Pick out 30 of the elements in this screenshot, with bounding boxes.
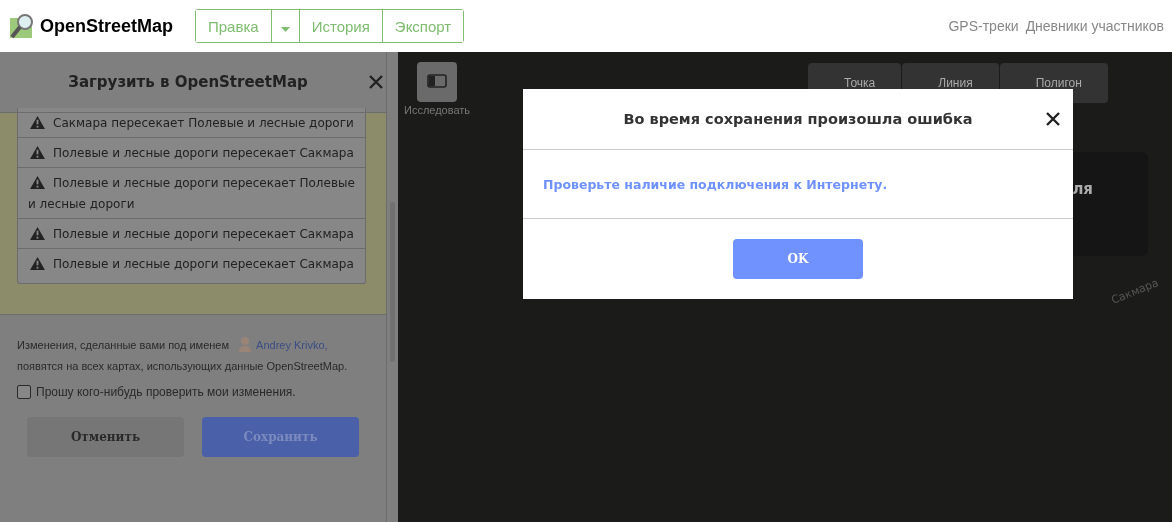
dialog-title: Во время сохранения произошла ошибка — [623, 111, 973, 127]
info-text: Изменения, сделанные вами под именем Andrey Krivko, появятся на всех картах, использующих данные OpenStreetMap. — [17, 335, 369, 377]
user-avatar-icon — [238, 336, 253, 352]
site-logo[interactable]: OpenStreetMap — [40, 15, 174, 37]
nav-tab[interactable]: Экспорт — [381, 10, 464, 42]
explore-label: Исследовать — [404, 104, 471, 116]
warning-item[interactable]: Полевые и лесные дороги пересекает Сакмара — [18, 248, 365, 283]
warning-icon — [30, 116, 45, 129]
warning-icon — [30, 176, 45, 189]
warning-item[interactable]: Полевые и лесные дороги пересекает Полевые и лесные дороги — [18, 167, 365, 223]
checkbox-label: Прошу кого-нибудь проверить мои изменения. — [36, 385, 296, 399]
warning-item[interactable]: Полевые и лесные дороги пересекает Сакмара — [18, 137, 365, 172]
cancel-button[interactable]: Отменить — [27, 417, 184, 457]
sidebar-toggle-button[interactable] — [417, 62, 458, 102]
nav-link[interactable]: Дневники участников — [1025, 18, 1164, 34]
review-checkbox[interactable] — [17, 385, 31, 399]
ok-button[interactable]: OK — [733, 239, 863, 279]
warning-item[interactable]: Полевые и лесные дороги пересекает Сакмара — [18, 218, 365, 253]
scrollbar[interactable] — [386, 52, 398, 522]
error-message: Проверьте наличие подключения к Интернету. — [543, 176, 888, 192]
nav-link[interactable]: GPS-треки — [948, 18, 1019, 34]
caret-icon — [280, 26, 290, 32]
warning-icon — [30, 227, 45, 240]
warning-icon — [30, 257, 45, 270]
sidebar-icon — [427, 73, 448, 88]
panel-title: Загрузить в OpenStreetMap — [68, 73, 308, 91]
warning-icon — [30, 146, 45, 159]
close-icon[interactable] — [1046, 112, 1060, 126]
panel-text: ля — [1072, 180, 1093, 198]
magnifier-map-icon — [8, 12, 36, 40]
